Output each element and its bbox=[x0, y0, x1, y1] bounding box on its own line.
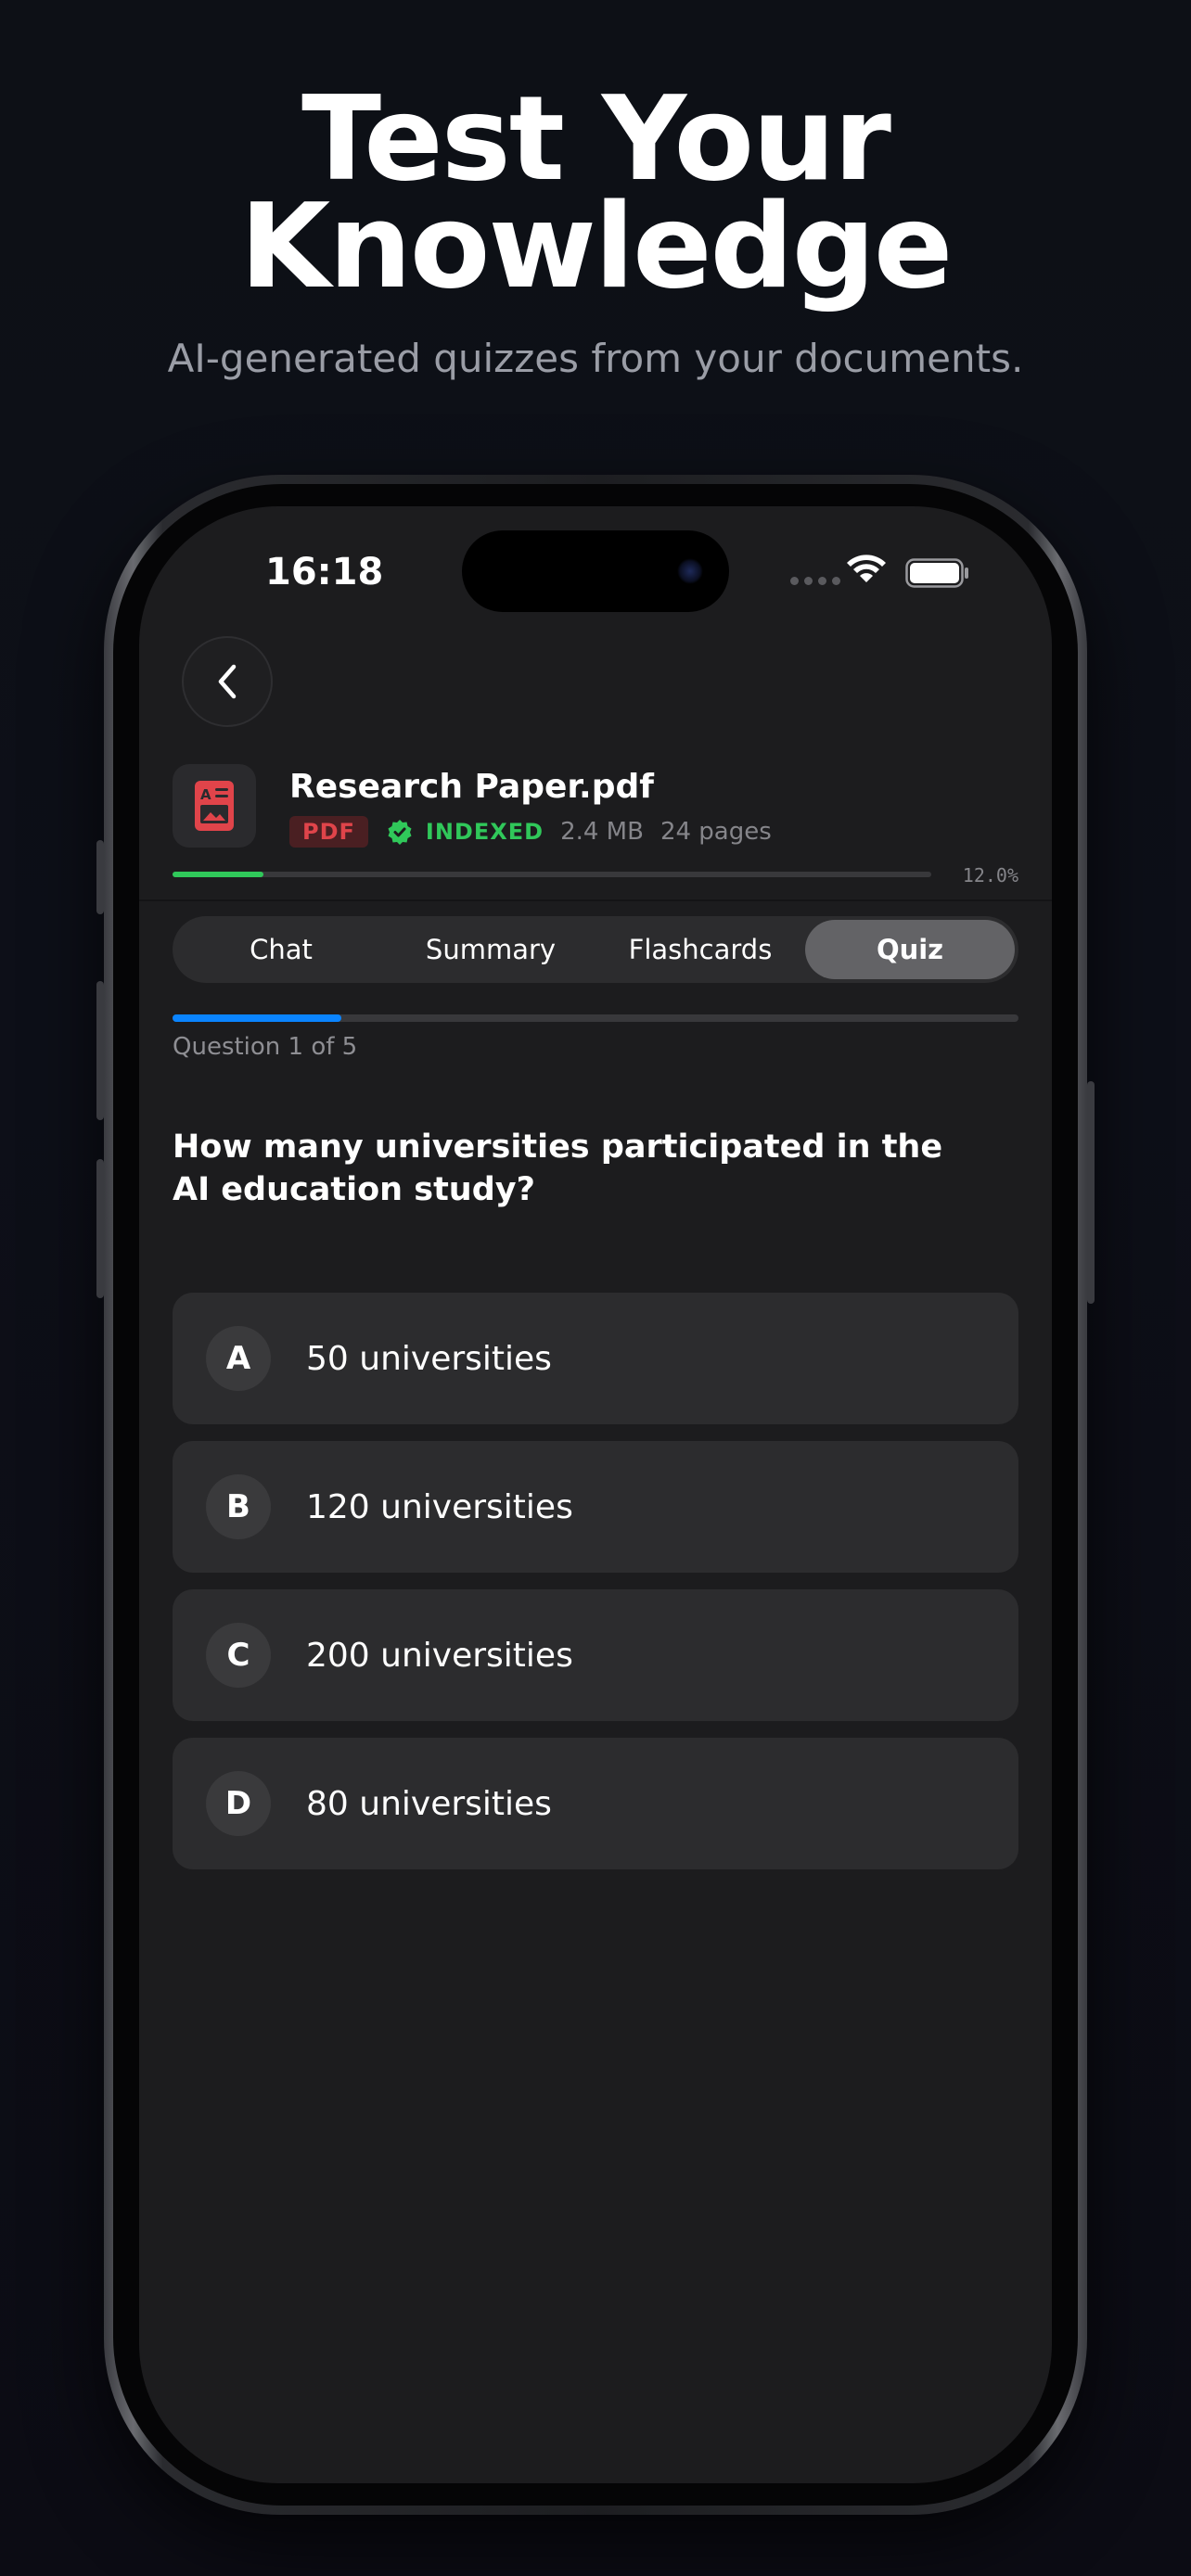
question-counter: Question 1 of 5 bbox=[173, 1033, 358, 1061]
answer-option-d[interactable]: D 80 universities bbox=[173, 1738, 1018, 1869]
document-title: Research Paper.pdf bbox=[289, 768, 654, 806]
indexed-status: INDEXED bbox=[425, 819, 544, 845]
document-thumbnail: A bbox=[173, 764, 256, 848]
battery-icon bbox=[905, 558, 968, 588]
wifi-icon bbox=[847, 555, 886, 582]
power-button bbox=[1087, 1081, 1095, 1304]
back-button[interactable] bbox=[182, 636, 273, 727]
question-text: How many universities participated in th… bbox=[173, 1129, 943, 1208]
tab-flashcards[interactable]: Flashcards bbox=[596, 920, 805, 979]
option-text: 50 universities bbox=[306, 1339, 552, 1378]
option-letter: A bbox=[206, 1326, 271, 1391]
option-letter: D bbox=[206, 1771, 271, 1836]
answer-option-c[interactable]: C 200 universities bbox=[173, 1589, 1018, 1721]
answer-option-b[interactable]: B 120 universities bbox=[173, 1441, 1018, 1573]
document-meta: PDF INDEXED 2.4 MB 24 pages bbox=[289, 816, 772, 848]
quiz-progress-fill bbox=[173, 1014, 342, 1022]
file-size: 2.4 MB bbox=[560, 818, 644, 846]
volume-up-button bbox=[96, 981, 104, 1120]
check-badge-icon bbox=[388, 820, 412, 845]
header-divider bbox=[139, 899, 1052, 901]
option-text: 120 universities bbox=[306, 1487, 573, 1526]
option-text: 200 universities bbox=[306, 1636, 573, 1675]
segmented-tabs: Chat Summary Flashcards Quiz bbox=[173, 916, 1018, 983]
option-letter: C bbox=[206, 1623, 271, 1688]
action-button bbox=[96, 840, 104, 914]
file-type-badge: PDF bbox=[289, 816, 368, 848]
headline: Test Your Knowledge bbox=[0, 70, 1191, 314]
reading-progress-bar bbox=[173, 872, 931, 877]
pdf-file-icon: A bbox=[195, 781, 234, 831]
tab-summary[interactable]: Summary bbox=[386, 920, 596, 979]
reading-progress-label: 12.0% bbox=[962, 864, 1018, 886]
tab-quiz[interactable]: Quiz bbox=[805, 920, 1015, 979]
tab-chat[interactable]: Chat bbox=[176, 920, 386, 979]
status-time: 16:18 bbox=[265, 551, 384, 593]
dynamic-island bbox=[462, 530, 729, 612]
svg-text:A: A bbox=[200, 786, 211, 803]
reading-progress-fill bbox=[173, 872, 264, 877]
chevron-left-icon bbox=[218, 664, 237, 699]
quiz-progress-bar bbox=[173, 1014, 1018, 1022]
cellular-signal-icon bbox=[790, 577, 840, 585]
headline-line-1: Test Your bbox=[301, 70, 891, 207]
subheadline: AI-generated quizzes from your documents… bbox=[167, 336, 1024, 381]
app-screen: 16:18 A Research Paper.pdf PDF INDEXED 2… bbox=[139, 506, 1052, 2483]
option-letter: B bbox=[206, 1474, 271, 1539]
page-count: 24 pages bbox=[660, 818, 772, 846]
promo-canvas: Test Your Knowledge AI-generated quizzes… bbox=[0, 0, 1191, 2576]
headline-line-2: Knowledge bbox=[239, 178, 954, 314]
answer-option-a[interactable]: A 50 universities bbox=[173, 1293, 1018, 1424]
option-text: 80 universities bbox=[306, 1784, 552, 1823]
front-camera-icon bbox=[677, 558, 703, 584]
volume-down-button bbox=[96, 1159, 104, 1298]
